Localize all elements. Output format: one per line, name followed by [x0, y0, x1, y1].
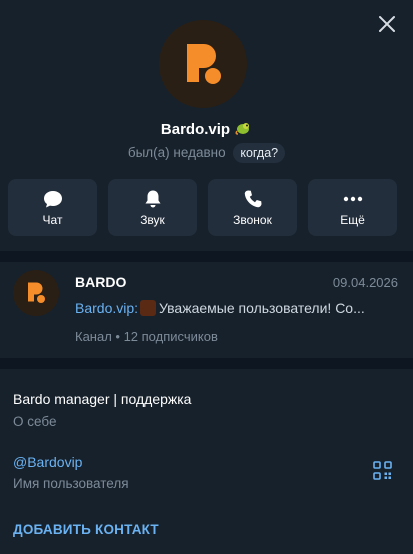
username-link[interactable]: @Bardovip: [13, 454, 82, 470]
add-contact-button[interactable]: ДОБАВИТЬ КОНТАКТ: [13, 522, 159, 537]
profile-panel: Bardo.vip был(а) недавно когда? Чат Звук: [0, 0, 413, 554]
bardo-logo-icon: [187, 44, 221, 84]
username-label: Имя пользователя: [13, 476, 129, 491]
profile-name-row: Bardo.vip: [0, 120, 413, 138]
chat-bubble-icon: [44, 191, 62, 208]
profile-name: Bardo.vip: [160, 121, 231, 138]
monster-emoji-icon: [140, 300, 157, 316]
bio-text: Bardo manager | поддержка: [13, 391, 192, 407]
chat-button[interactable]: Чат: [8, 179, 97, 236]
section-divider: [0, 251, 413, 262]
sound-button-label: Звук: [140, 213, 165, 227]
phone-icon: [244, 190, 262, 208]
channel-last-message: Bardo.vip: Уважаемые пользователи! Со...: [75, 300, 397, 316]
bell-icon: [145, 190, 161, 208]
channel-avatar: [13, 270, 59, 316]
status-row: был(а) недавно когда?: [0, 143, 413, 163]
qr-code-icon[interactable]: [373, 461, 392, 480]
more-dots-icon: [343, 196, 363, 202]
more-button-label: Ещё: [340, 213, 365, 227]
linked-channel-card[interactable]: BARDO 09.04.2026 Bardo.vip: Уважаемые пол…: [0, 262, 413, 358]
more-button[interactable]: Ещё: [308, 179, 397, 236]
sound-button[interactable]: Звук: [108, 179, 197, 236]
info-section: Bardo manager | поддержка О себе @Bardov…: [0, 369, 413, 554]
section-divider: [0, 358, 413, 369]
call-button-label: Звонок: [233, 213, 272, 227]
call-button[interactable]: Звонок: [208, 179, 297, 236]
when-button[interactable]: когда?: [233, 143, 286, 163]
message-text: Уважаемые пользователи! Со...: [159, 300, 365, 316]
bio-label: О себе: [13, 414, 57, 429]
last-seen-status: был(а) недавно: [127, 145, 226, 160]
close-icon[interactable]: [375, 12, 399, 36]
message-sender: Bardo.vip:: [75, 300, 139, 316]
chameleon-emoji-icon: [235, 123, 250, 135]
channel-subscribers: Канал • 12 подписчиков: [75, 329, 218, 344]
channel-date: 09.04.2026: [332, 275, 398, 290]
chat-button-label: Чат: [42, 213, 63, 227]
profile-avatar[interactable]: [159, 20, 247, 108]
channel-title: BARDO: [75, 274, 127, 290]
action-bar: Чат Звук Звонок Ещё: [8, 179, 398, 236]
bardo-logo-icon: [28, 282, 45, 303]
